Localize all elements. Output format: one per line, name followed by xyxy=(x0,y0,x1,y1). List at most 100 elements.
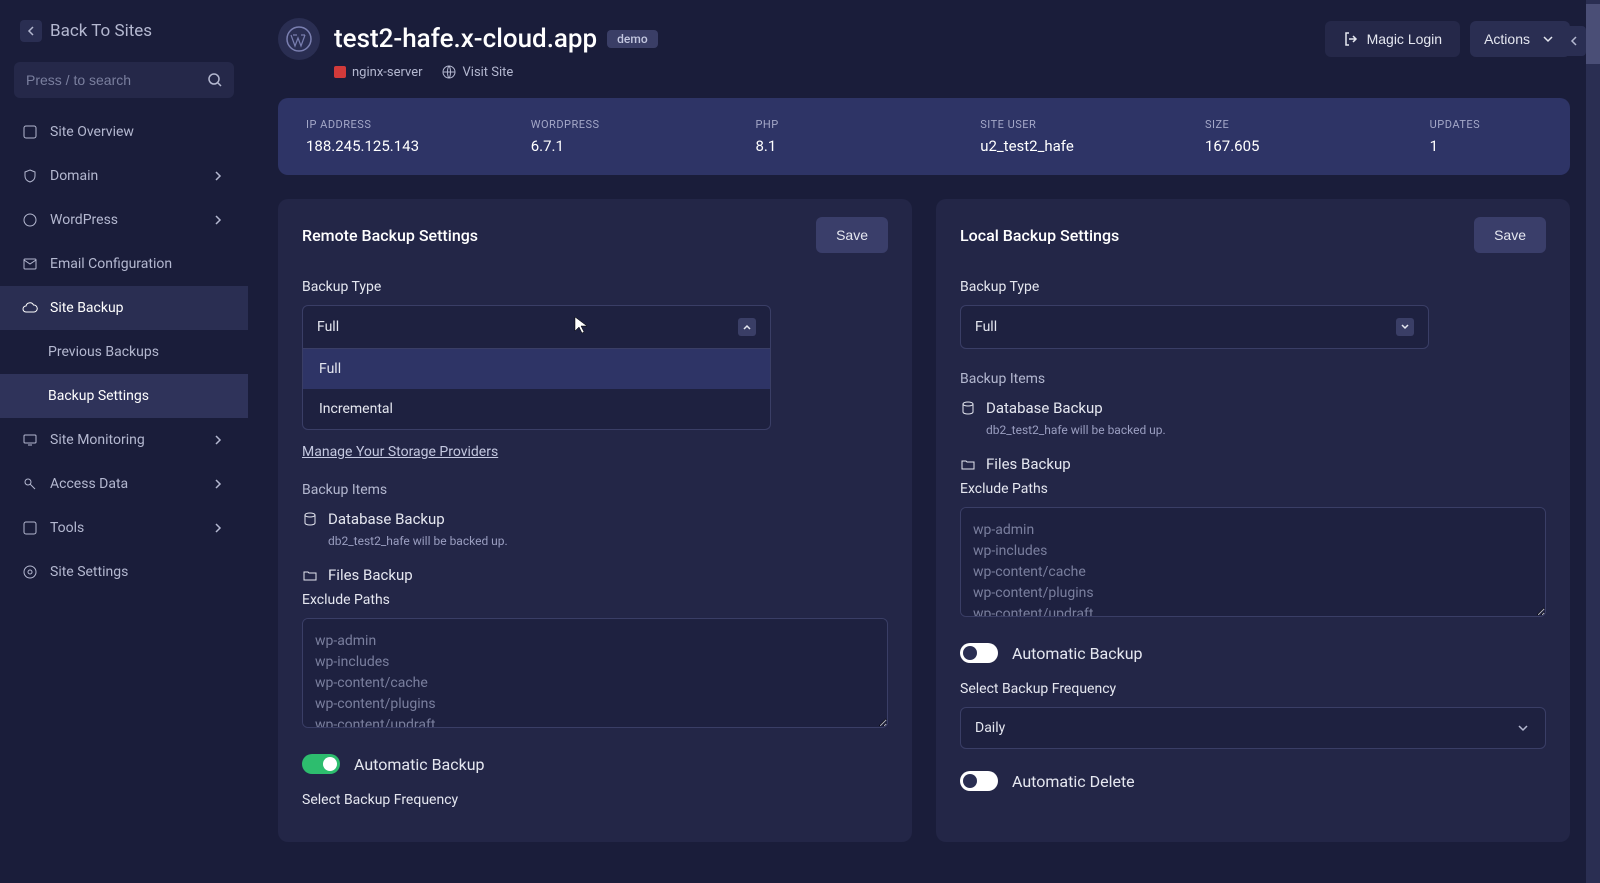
search-icon xyxy=(207,72,223,88)
scrollbar[interactable] xyxy=(1586,0,1600,883)
nav-label: Site Settings xyxy=(50,564,128,580)
monitor-icon xyxy=(22,432,38,448)
nginx-link[interactable]: nginx-server xyxy=(334,64,423,80)
remote-auto-backup-toggle[interactable] xyxy=(302,754,340,774)
folder-icon xyxy=(960,456,976,472)
info-label: SIZE xyxy=(1205,118,1430,131)
info-value: 167.605 xyxy=(1205,137,1430,155)
chevron-down-icon xyxy=(1515,720,1531,736)
field-label: Select Backup Frequency xyxy=(960,681,1546,697)
nav-label: Domain xyxy=(50,168,98,184)
search-wrap xyxy=(14,62,234,98)
caret-up-icon xyxy=(738,318,756,336)
nav-sub-backup-settings[interactable]: Backup Settings xyxy=(0,374,248,418)
info-value: u2_test2_hafe xyxy=(980,137,1205,155)
remote-backup-type-select[interactable]: Full xyxy=(302,305,771,349)
collapse-panel-button[interactable] xyxy=(1562,26,1586,56)
local-backup-card: Local Backup Settings Save Backup Type F… xyxy=(936,199,1570,842)
actions-dropdown[interactable]: Actions xyxy=(1470,21,1570,57)
db-backup-sub: db2_test2_hafe will be backed up. xyxy=(986,423,1546,437)
local-auto-backup-toggle[interactable] xyxy=(960,643,998,663)
local-save-button[interactable]: Save xyxy=(1474,217,1546,253)
wordpress-icon xyxy=(22,212,38,228)
files-backup-label: Files Backup xyxy=(986,455,1071,473)
overview-icon xyxy=(22,124,38,140)
backup-type-dropdown: Full Incremental xyxy=(302,349,771,430)
info-bar: IP ADDRESS188.245.125.143 WORDPRESS6.7.1… xyxy=(278,98,1570,175)
db-backup-label: Database Backup xyxy=(986,399,1103,417)
manage-storage-link[interactable]: Manage Your Storage Providers xyxy=(302,444,498,460)
main: test2-hafe.x-cloud.app demo Magic Login … xyxy=(248,0,1600,883)
wordpress-logo xyxy=(278,18,320,60)
login-icon xyxy=(1343,31,1359,47)
gear-icon xyxy=(22,564,38,580)
info-value: 1 xyxy=(1430,137,1542,155)
local-backup-type-select[interactable]: Full xyxy=(960,305,1429,349)
mail-icon xyxy=(22,256,38,272)
chevron-right-icon xyxy=(210,520,226,536)
search-input[interactable] xyxy=(26,72,207,88)
files-backup-label: Files Backup xyxy=(328,566,413,584)
button-label: Actions xyxy=(1484,31,1530,47)
card-title: Local Backup Settings xyxy=(960,226,1119,245)
chevron-right-icon xyxy=(210,432,226,448)
database-icon xyxy=(960,400,976,416)
nav-tools[interactable]: Tools xyxy=(0,506,248,550)
db-backup-label: Database Backup xyxy=(328,510,445,528)
nav: Site Overview Domain WordPress Email Con… xyxy=(0,110,248,594)
info-label: WORDPRESS xyxy=(531,118,756,131)
card-title: Remote Backup Settings xyxy=(302,226,478,245)
sidebar: Back To Sites Site Overview Domain WordP… xyxy=(0,0,248,883)
chevron-down-icon xyxy=(1540,31,1556,47)
nav-site-backup[interactable]: Site Backup xyxy=(0,286,248,330)
local-auto-delete-toggle[interactable] xyxy=(960,771,998,791)
folder-icon xyxy=(302,567,318,583)
remote-backup-card: Remote Backup Settings Save Backup Type … xyxy=(278,199,912,842)
site-title: test2-hafe.x-cloud.app xyxy=(334,24,597,54)
chevron-left-icon xyxy=(20,20,42,42)
nav-label: Email Configuration xyxy=(50,256,172,272)
field-label: Select Backup Frequency xyxy=(302,792,888,808)
demo-badge: demo xyxy=(607,30,657,48)
nav-site-overview[interactable]: Site Overview xyxy=(0,110,248,154)
field-label: Backup Type xyxy=(302,279,888,295)
nav-label: Access Data xyxy=(50,476,128,492)
nav-email[interactable]: Email Configuration xyxy=(0,242,248,286)
back-to-sites[interactable]: Back To Sites xyxy=(0,16,248,62)
local-frequency-select[interactable]: Daily xyxy=(960,707,1546,749)
nav-sub-previous-backups[interactable]: Previous Backups xyxy=(0,330,248,374)
field-label: Exclude Paths xyxy=(302,592,888,608)
visit-site-link[interactable]: Visit Site xyxy=(441,64,514,80)
section-label: Backup Items xyxy=(302,482,888,498)
nav-site-settings[interactable]: Site Settings xyxy=(0,550,248,594)
local-exclude-paths[interactable] xyxy=(960,507,1546,617)
select-value: Daily xyxy=(975,720,1005,736)
toggle-label: Automatic Backup xyxy=(354,755,485,774)
nav-label: Tools xyxy=(50,520,84,536)
nav-label: Site Monitoring xyxy=(50,432,145,448)
scrollbar-thumb[interactable] xyxy=(1586,4,1600,64)
nav-label: Site Overview xyxy=(50,124,134,140)
remote-exclude-paths[interactable] xyxy=(302,618,888,728)
info-value: 188.245.125.143 xyxy=(306,137,531,155)
shield-icon xyxy=(22,168,38,184)
chevron-right-icon xyxy=(210,168,226,184)
nav-sub-label: Backup Settings xyxy=(48,388,149,404)
remote-save-button[interactable]: Save xyxy=(816,217,888,253)
nav-wordpress[interactable]: WordPress xyxy=(0,198,248,242)
dropdown-option-full[interactable]: Full xyxy=(303,349,770,389)
nav-access-data[interactable]: Access Data xyxy=(0,462,248,506)
globe-icon xyxy=(441,64,457,80)
nav-site-monitoring[interactable]: Site Monitoring xyxy=(0,418,248,462)
info-label: SITE USER xyxy=(980,118,1205,131)
db-backup-sub: db2_test2_hafe will be backed up. xyxy=(328,534,888,548)
dropdown-option-incremental[interactable]: Incremental xyxy=(303,389,770,429)
caret-down-icon xyxy=(1396,318,1414,336)
field-label: Backup Type xyxy=(960,279,1546,295)
toggle-label: Automatic Backup xyxy=(1012,644,1143,663)
select-value: Full xyxy=(975,319,997,335)
field-label: Exclude Paths xyxy=(960,481,1546,497)
nav-domain[interactable]: Domain xyxy=(0,154,248,198)
magic-login-button[interactable]: Magic Login xyxy=(1325,21,1461,57)
database-icon xyxy=(302,511,318,527)
